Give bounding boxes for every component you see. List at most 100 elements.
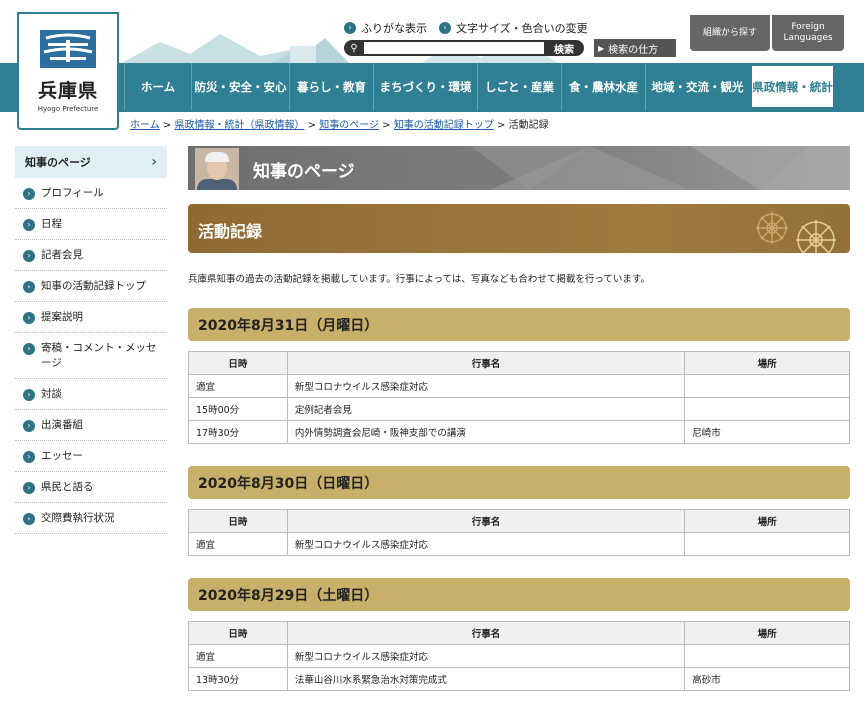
sidebar-item-label: 交際費執行状況 — [41, 512, 115, 524]
chevron-right-icon: › — [439, 22, 451, 34]
column-header-time: 日時 — [188, 351, 288, 375]
nav-region-tourism[interactable]: 地域・交流・観光 — [645, 63, 749, 110]
org-search-button[interactable]: 組織から探す — [690, 15, 770, 51]
day-section: 2020年8月31日（月曜日） 日時 行事名 場所 適宜 新型コロナウイルス感染… — [188, 308, 850, 444]
sidebar-item-profile[interactable]: › プロフィール — [15, 178, 167, 209]
search-input[interactable] — [364, 42, 544, 54]
column-header-event: 行事名 — [286, 509, 686, 533]
nav-town-environment[interactable]: まちづくり・環境 — [373, 63, 477, 110]
cell-time: 適宜 — [188, 644, 288, 668]
sidebar-item-press[interactable]: › 記者会見 — [15, 240, 167, 271]
cell-place: 尼崎市 — [684, 420, 850, 444]
table-row: 13時30分 法華山谷川水系緊急治水対策完成式 高砂市 — [188, 667, 850, 691]
sidebar-item-expenses[interactable]: › 交際費執行状況 — [15, 503, 167, 534]
nav-living-education[interactable]: 暮らし・教育 — [289, 63, 373, 110]
sidebar-item-schedule[interactable]: › 日程 — [15, 209, 167, 240]
breadcrumb-home[interactable]: ホーム — [130, 120, 160, 131]
sidebar-item-essay[interactable]: › エッセー — [15, 441, 167, 472]
nav-food-agriculture[interactable]: 食・農林水産 — [561, 63, 645, 110]
table-row: 17時30分 内外情勢調査会尼崎・阪神支部での講演 尼崎市 — [188, 420, 850, 444]
breadcrumb-separator: > — [162, 120, 172, 131]
chevron-right-icon: › — [151, 154, 157, 170]
table-row: 適宜 新型コロナウイルス感染症対応 — [188, 532, 850, 556]
search-howto-label: 検索の仕方 — [608, 44, 659, 56]
logo-title: 兵庫県 — [37, 80, 98, 102]
sidebar-item-dialogue[interactable]: › 対談 — [15, 379, 167, 410]
chevron-right-icon: › — [23, 420, 35, 432]
cell-event: 新型コロナウイルス感染症対応 — [286, 374, 686, 398]
chevron-right-icon: › — [23, 312, 35, 324]
cell-event: 新型コロナウイルス感染症対応 — [286, 644, 686, 668]
cell-event: 新型コロナウイルス感染症対応 — [286, 532, 686, 556]
nav-home[interactable]: ホーム — [124, 63, 191, 110]
cell-place: 高砂市 — [684, 667, 850, 691]
breadcrumb-current: 活動記録 — [508, 120, 549, 131]
intro-text: 兵庫県知事の過去の活動記録を掲載しています。行事によっては、写真なども合わせて掲… — [188, 274, 650, 285]
column-header-place: 場所 — [684, 351, 850, 375]
column-header-time: 日時 — [188, 509, 288, 533]
table-header-row: 日時 行事名 場所 — [188, 621, 850, 645]
events-table: 日時 行事名 場所 適宜 新型コロナウイルス感染症対応 — [188, 509, 850, 556]
search-howto-button[interactable]: ▶ 検索の仕方 — [594, 39, 676, 57]
sidebar-item-talk-citizens[interactable]: › 県民と語る — [15, 472, 167, 503]
chevron-right-icon: › — [23, 482, 35, 494]
column-header-event: 行事名 — [286, 351, 686, 375]
table-row: 15時00分 定例記者会見 — [188, 397, 850, 421]
banner-title: 知事のページ — [253, 162, 355, 182]
cell-time: 適宜 — [188, 532, 288, 556]
chevron-right-icon: › — [23, 343, 35, 355]
cell-time: 15時00分 — [188, 397, 288, 421]
furigana-link[interactable]: › ふりがな表示 — [344, 20, 427, 36]
sidebar-item-label: 対談 — [41, 388, 62, 400]
cell-event: 内外情勢調査会尼崎・阪神支部での講演 — [286, 420, 686, 444]
flower-decoration-icon — [756, 212, 836, 253]
table-header-row: 日時 行事名 場所 — [188, 351, 850, 375]
sidebar-title: 知事のページ — [25, 156, 91, 169]
site-header: 兵庫県 Hyogo Prefecture › ふりがな表示 › 文字サイズ・色合… — [0, 0, 864, 130]
cell-place — [684, 644, 850, 668]
table-row: 適宜 新型コロナウイルス感染症対応 — [188, 374, 850, 398]
sidebar-item-label: 知事の活動記録トップ — [41, 280, 146, 292]
day-heading: 2020年8月29日（土曜日） — [188, 578, 850, 611]
section-title: 活動記録 — [188, 204, 850, 253]
sidebar-header[interactable]: 知事のページ › — [15, 146, 167, 178]
chevron-right-icon: › — [23, 281, 35, 293]
breadcrumb-prefectural-info[interactable]: 県政情報・統計（県政情報） — [174, 120, 304, 131]
breadcrumb-activity-top[interactable]: 知事の活動記録トップ — [394, 120, 494, 131]
sidebar-item-activity-top[interactable]: › 知事の活動記録トップ — [15, 271, 167, 302]
global-nav: ホーム 防災・安全・安心 暮らし・教育 まちづくり・環境 しごと・産業 食・農林… — [0, 63, 864, 110]
cell-event: 法華山谷川水系緊急治水対策完成式 — [286, 667, 686, 691]
sidebar-item-label: 日程 — [41, 218, 62, 230]
cell-time: 13時30分 — [188, 667, 288, 691]
chevron-right-icon: › — [23, 188, 35, 200]
nav-bottom-rule — [0, 110, 864, 112]
hyogo-emblem-icon — [40, 30, 96, 68]
sidebar-item-label: プロフィール — [41, 187, 104, 199]
sidebar-item-label: 県民と語る — [41, 481, 94, 493]
chevron-right-icon: › — [23, 451, 35, 463]
site-logo[interactable]: 兵庫県 Hyogo Prefecture — [17, 12, 119, 130]
sidebar-item-proposal[interactable]: › 提案説明 — [15, 302, 167, 333]
sidebar-item-messages[interactable]: › 寄稿・コメント・メッセージ — [15, 333, 167, 379]
chevron-right-icon: › — [23, 250, 35, 262]
cell-time: 適宜 — [188, 374, 288, 398]
text-size-color-label: 文字サイズ・色合いの変更 — [456, 22, 588, 35]
column-header-event: 行事名 — [286, 621, 686, 645]
text-size-color-link[interactable]: › 文字サイズ・色合いの変更 — [439, 20, 588, 36]
section-title-text: 活動記録 — [198, 222, 263, 241]
cell-event: 定例記者会見 — [286, 397, 686, 421]
breadcrumb-governor-page[interactable]: 知事のページ — [319, 120, 379, 131]
day-section: 2020年8月29日（土曜日） 日時 行事名 場所 適宜 新型コロナウイルス感染… — [188, 578, 850, 691]
chevron-right-icon: › — [344, 22, 356, 34]
search-button[interactable]: 検索 — [544, 41, 584, 56]
events-table: 日時 行事名 場所 適宜 新型コロナウイルス感染症対応 13時30分 法華山谷川… — [188, 621, 850, 691]
day-heading: 2020年8月31日（月曜日） — [188, 308, 850, 341]
chevron-right-icon: › — [23, 513, 35, 525]
sidebar-item-programs[interactable]: › 出演番組 — [15, 410, 167, 441]
nav-work-industry[interactable]: しごと・産業 — [477, 63, 561, 110]
table-row: 適宜 新型コロナウイルス感染症対応 — [188, 644, 850, 668]
nav-prefectural-info[interactable]: 県政情報・統計 — [749, 63, 836, 110]
foreign-languages-button[interactable]: Foreign Languages — [772, 15, 844, 51]
column-header-place: 場所 — [684, 509, 850, 533]
nav-disaster-safety[interactable]: 防災・安全・安心 — [191, 63, 289, 110]
